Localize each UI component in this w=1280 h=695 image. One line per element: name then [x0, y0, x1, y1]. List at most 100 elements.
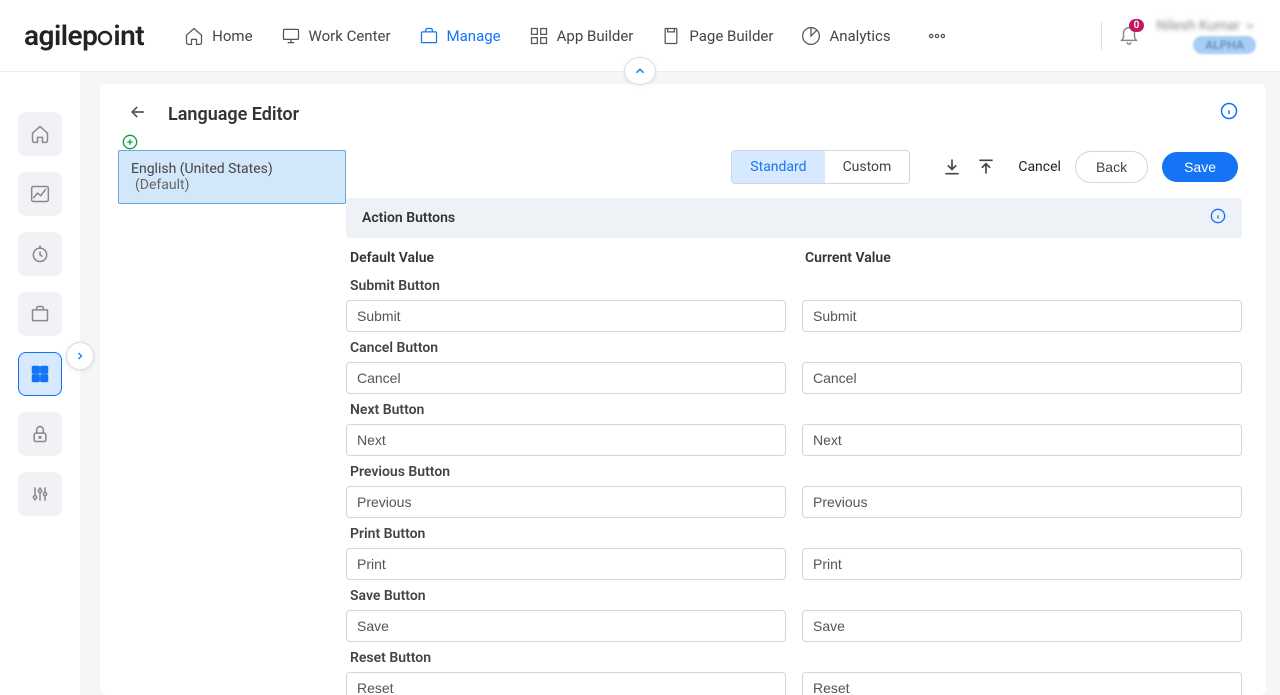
- field-label: Reset Button: [350, 650, 1242, 666]
- save-button[interactable]: Save: [1162, 152, 1238, 182]
- side-apps[interactable]: [18, 352, 62, 396]
- nav-manage[interactable]: Manage: [419, 26, 501, 46]
- default-value-input: [346, 548, 786, 580]
- field-row: [346, 486, 1242, 518]
- left-sidebar: [0, 72, 80, 695]
- field-row: [346, 424, 1242, 456]
- side-clock[interactable]: [18, 232, 62, 276]
- field-row: [346, 362, 1242, 394]
- briefcase-icon: [30, 304, 50, 324]
- current-value-input[interactable]: [802, 362, 1242, 394]
- language-tab-suffix: (Default): [135, 177, 189, 193]
- expand-sidebar-button[interactable]: [66, 342, 94, 370]
- current-value-input[interactable]: [802, 672, 1242, 695]
- default-value-input: [346, 424, 786, 456]
- toggle-standard[interactable]: Standard: [732, 151, 824, 183]
- user-name: Nilesh Kumar: [1156, 18, 1240, 34]
- header-right: 0 Nilesh Kumar ALPHA: [1101, 18, 1256, 54]
- home-icon: [184, 26, 204, 46]
- side-lock[interactable]: [18, 412, 62, 456]
- user-menu[interactable]: Nilesh Kumar ALPHA: [1156, 18, 1256, 54]
- col-current: Current Value: [805, 250, 1244, 266]
- nav-page-builder[interactable]: Page Builder: [661, 26, 773, 46]
- lock-icon: [30, 424, 50, 444]
- field-row: [346, 548, 1242, 580]
- page-title: Language Editor: [168, 104, 299, 125]
- side-home[interactable]: [18, 112, 62, 156]
- default-value-input: [346, 300, 786, 332]
- nav-home[interactable]: Home: [184, 26, 252, 46]
- divider: [1101, 22, 1102, 50]
- toggle-custom[interactable]: Custom: [825, 151, 910, 183]
- grid-icon: [529, 26, 549, 46]
- collapse-header-button[interactable]: [624, 57, 656, 85]
- column-headers: Default Value Current Value: [346, 238, 1248, 270]
- nav-analytics[interactable]: Analytics: [801, 26, 890, 46]
- home-icon: [30, 124, 50, 144]
- main-panel: Language Editor English (United States) …: [100, 84, 1266, 695]
- side-briefcase[interactable]: [18, 292, 62, 336]
- current-value-input[interactable]: [802, 424, 1242, 456]
- nav-work-center[interactable]: Work Center: [281, 26, 391, 46]
- monitor-icon: [281, 26, 301, 46]
- logo[interactable]: agilepint: [24, 19, 144, 52]
- sliders-icon: [30, 484, 50, 504]
- nav-more[interactable]: [927, 26, 947, 46]
- field-label: Save Button: [350, 588, 1242, 604]
- field-label: Print Button: [350, 526, 1242, 542]
- back-arrow[interactable]: [128, 102, 148, 126]
- arrow-left-icon: [128, 102, 148, 122]
- chevron-up-icon: [633, 64, 647, 78]
- upload-button[interactable]: [976, 157, 996, 177]
- chart-icon: [30, 184, 50, 204]
- field-label: Next Button: [350, 402, 1242, 418]
- content-row: English (United States) (Default) Standa…: [100, 150, 1266, 695]
- nav-app-builder[interactable]: App Builder: [529, 26, 634, 46]
- field-label: Cancel Button: [350, 340, 1242, 356]
- language-tab-english[interactable]: English (United States) (Default): [118, 150, 346, 204]
- main-header: Language Editor: [100, 84, 1266, 138]
- editor-area: Standard Custom Cancel Back Save Action …: [346, 150, 1248, 695]
- toolbar: Standard Custom Cancel Back Save: [346, 150, 1248, 198]
- back-button[interactable]: Back: [1075, 151, 1148, 183]
- nav-app-builder-label: App Builder: [557, 27, 634, 45]
- section-title: Action Buttons: [362, 210, 455, 226]
- section-header-action-buttons: Action Buttons: [346, 198, 1242, 238]
- default-value-input: [346, 362, 786, 394]
- side-chart[interactable]: [18, 172, 62, 216]
- current-value-input[interactable]: [802, 300, 1242, 332]
- section-info-button[interactable]: [1210, 208, 1226, 228]
- current-value-input[interactable]: [802, 486, 1242, 518]
- download-icon: [942, 157, 962, 177]
- download-button[interactable]: [942, 157, 962, 177]
- briefcase-icon: [419, 26, 439, 46]
- side-settings[interactable]: [18, 472, 62, 516]
- bell-badge: 0: [1129, 19, 1145, 32]
- chevron-down-icon: [1244, 20, 1256, 32]
- apps-icon: [30, 364, 50, 384]
- current-value-input[interactable]: [802, 548, 1242, 580]
- current-value-input[interactable]: [802, 610, 1242, 642]
- language-tab-name: English (United States): [131, 161, 273, 177]
- default-value-input: [346, 610, 786, 642]
- notifications[interactable]: 0: [1118, 23, 1140, 49]
- info-button[interactable]: [1220, 102, 1238, 124]
- default-value-input: [346, 486, 786, 518]
- info-icon: [1210, 208, 1226, 224]
- field-row: [346, 300, 1242, 332]
- nav-home-label: Home: [212, 27, 252, 45]
- page-icon: [661, 26, 681, 46]
- col-default: Default Value: [350, 250, 789, 266]
- fields-list[interactable]: Submit ButtonCancel ButtonNext ButtonPre…: [346, 270, 1248, 695]
- user-tag: ALPHA: [1193, 36, 1256, 54]
- nav-work-center-label: Work Center: [309, 27, 391, 45]
- field-row: [346, 610, 1242, 642]
- top-header: agilepint Home Work Center Manage App Bu…: [0, 0, 1280, 72]
- top-nav: Home Work Center Manage App Builder Page…: [184, 26, 946, 46]
- field-row: [346, 672, 1242, 695]
- nav-manage-label: Manage: [447, 27, 501, 45]
- upload-icon: [976, 157, 996, 177]
- cancel-link[interactable]: Cancel: [1018, 159, 1061, 175]
- clock-icon: [30, 244, 50, 264]
- language-tabs: English (United States) (Default): [118, 150, 346, 695]
